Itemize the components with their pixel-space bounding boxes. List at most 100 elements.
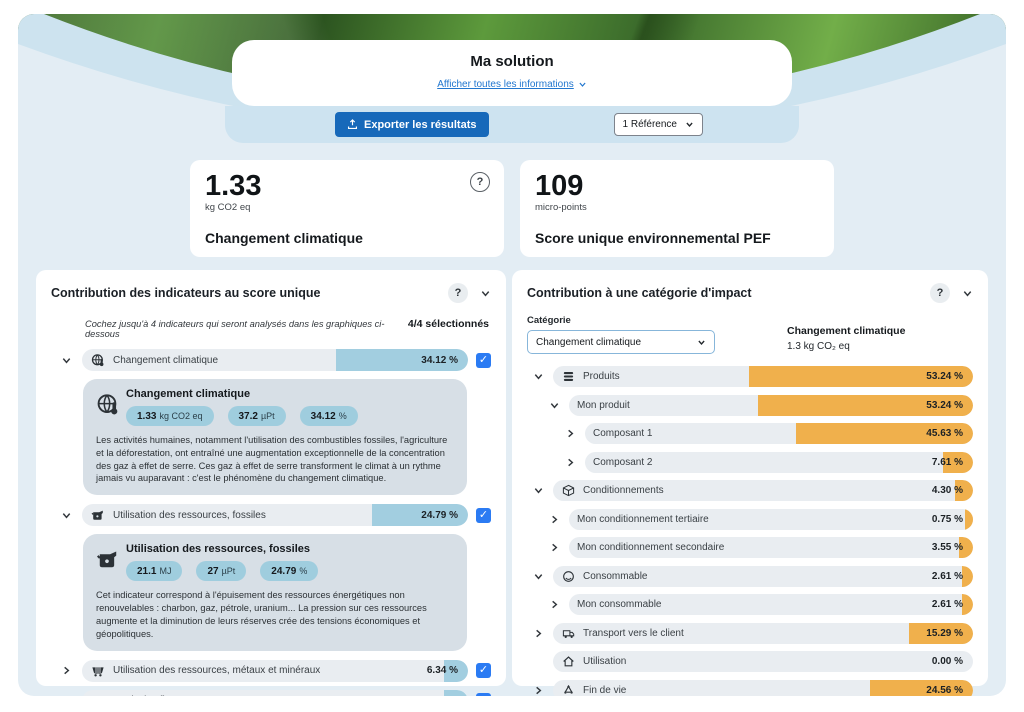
tree-row-produits: Produits 53.24 % [531, 366, 973, 387]
value-pill: 27 µPt [196, 561, 247, 582]
indicator-label: Utilisation des ressources, fossiles [113, 509, 266, 521]
instruction-text: Cochez jusqu'à 4 indicateurs qui seront … [85, 319, 385, 339]
value-pill: 34.12% [299, 406, 358, 426]
value-pill: 24.79% [260, 561, 319, 582]
chevron-down-icon [579, 82, 586, 87]
help-icon[interactable]: ? [930, 283, 950, 303]
chevron-down-icon[interactable] [531, 371, 546, 382]
indicator-percent: 6.34 % [426, 665, 458, 677]
consumable-icon [562, 570, 575, 583]
chevron-right-icon[interactable] [547, 514, 562, 525]
chevron-right-icon[interactable] [547, 542, 562, 553]
tree-row-conditionnements: Conditionnements 4.30 % [531, 480, 973, 501]
layers-icon [562, 370, 575, 383]
indicator-row-climate: Changement climatique 34.12 % ✓ [59, 349, 491, 371]
tree-pill[interactable]: Composant 1 45.63 % [585, 423, 973, 444]
solution-card: Ma solution Afficher toutes les informat… [232, 40, 792, 106]
action-band: Exporter les résultats 1 Référence [225, 106, 799, 143]
tree-pill[interactable]: Produits 53.24 % [553, 366, 973, 387]
indicator-detail-card-fossil: Utilisation des ressources, fossiles 21.… [83, 534, 467, 651]
chevron-down-icon [686, 122, 693, 128]
tree-pill[interactable]: Transport vers le client 15.29 % [553, 622, 973, 644]
metrics-row: 1.33 kg CO2 eq Changement climatique ? 1… [18, 160, 1006, 257]
chevron-down-icon[interactable] [59, 510, 74, 521]
indicator-percent: 6.29 % [427, 695, 468, 696]
indicator-checkbox[interactable]: ✓ [476, 693, 491, 696]
chevron-right-icon[interactable] [59, 695, 74, 696]
reference-dropdown[interactable]: 1 Référence [613, 113, 703, 136]
tree-pill[interactable]: Utilisation 0.00 % [553, 651, 973, 672]
chevron-right-icon[interactable] [531, 628, 546, 639]
indicator-detail-card-climate: Changement climatique 1.33 kg CO2 eq 37.2… [83, 379, 467, 496]
tree-pill[interactable]: Mon conditionnement tertiaire 0.75 % [569, 508, 973, 530]
results-page: Exporter les résultats 1 Référence Ma so… [0, 0, 1024, 712]
chevron-down-icon[interactable] [531, 571, 546, 582]
tree-pill[interactable]: Consommable 2.61 % [553, 565, 973, 587]
page-title: Ma solution [470, 53, 554, 70]
collapse-panel-button[interactable] [962, 288, 973, 299]
tree-pill[interactable]: Composant 2 7.61 % [585, 451, 973, 473]
value-pill: 21.1 MJ [126, 561, 183, 582]
help-icon[interactable]: ? [470, 172, 490, 192]
export-results-button[interactable]: Exporter les résultats [335, 112, 489, 137]
detail-description: Cet indicateur correspond à l'épuisement… [96, 590, 427, 639]
tree-row-fin-de-vie: Fin de vie 24.56 % [531, 679, 973, 696]
indicators-contribution-panel: Contribution des indicateurs au score un… [36, 270, 506, 696]
chevron-right-icon[interactable] [59, 665, 74, 676]
category-contribution-panel: Contribution à une catégorie d'impact ? … [512, 270, 988, 696]
indicator-checkbox[interactable]: ✓ [476, 663, 491, 679]
metric-value: 109 [535, 170, 584, 202]
value-pill: 37.2 µPt [227, 406, 286, 426]
home-icon [562, 655, 575, 668]
help-icon[interactable]: ? [448, 283, 468, 303]
indicator-pill[interactable]: Particules fines 6.29 % [82, 689, 468, 696]
tree-row-transport: Transport vers le client 15.29 % [531, 622, 973, 644]
show-all-informations-link[interactable]: Afficher toutes les informations [437, 79, 587, 90]
chevron-right-icon[interactable] [531, 685, 546, 696]
chevron-down-icon[interactable] [531, 485, 546, 496]
indicator-pill[interactable]: Changement climatique 34.12 % [82, 349, 468, 371]
chevron-down-icon [481, 290, 490, 296]
chevron-right-icon[interactable] [563, 457, 578, 468]
indicator-pill[interactable]: Utilisation des ressources, métaux et mi… [82, 659, 468, 682]
indicator-checkbox[interactable]: ✓ [476, 352, 491, 368]
indicator-row-fine-particles: Particules fines 6.29 % ✓ [59, 689, 491, 696]
indicator-checkbox[interactable]: ✓ [476, 507, 491, 523]
detail-title: Changement climatique [126, 388, 251, 400]
package-icon [562, 484, 575, 497]
indicator-label: Utilisation des ressources, métaux et mi… [113, 665, 321, 677]
tree-pill[interactable]: Mon consommable 2.61 % [569, 594, 973, 615]
tree-pill[interactable]: Mon conditionnement secondaire 3.55 % [569, 537, 973, 558]
mine-cart-icon [91, 664, 105, 678]
indicator-percent: 24.79 % [421, 509, 458, 521]
chevron-down-icon [698, 340, 705, 345]
tree-pill[interactable]: Mon produit 53.24 % [569, 394, 973, 416]
chevron-down-icon[interactable] [59, 355, 74, 366]
chevron-down-icon[interactable] [547, 400, 562, 411]
metric-label: Score unique environnemental PEF [535, 230, 771, 246]
tree-pill[interactable]: Conditionnements 4.30 % [553, 480, 973, 501]
chevron-right-icon[interactable] [563, 428, 578, 439]
indicator-percent: 34.12 % [421, 354, 458, 366]
exhaust-truck-icon [91, 694, 105, 696]
oil-can-icon [96, 543, 126, 581]
collapse-panel-button[interactable] [480, 288, 491, 299]
tree-row-composant-2: Composant 2 7.61 % [563, 451, 973, 473]
indicator-pill[interactable]: Utilisation des ressources, fossiles 24.… [82, 504, 468, 527]
metric-label: Changement climatique [205, 230, 363, 246]
tree-row-conditionnement-tertiaire: Mon conditionnement tertiaire 0.75 % [547, 508, 973, 530]
selected-category-name: Changement climatique [787, 325, 906, 337]
panel-title: Contribution des indicateurs au score un… [51, 286, 321, 300]
category-select[interactable]: Changement climatique [527, 330, 715, 354]
selected-category-value: 1.3 kg CO₂ eq [787, 341, 850, 352]
tree-row-composant-1: Composant 1 45.63 % [563, 423, 973, 444]
chevron-right-icon[interactable] [547, 599, 562, 610]
tree-row-conditionnement-secondaire: Mon conditionnement secondaire 3.55 % [547, 537, 973, 558]
tree-pill[interactable]: Fin de vie 24.56 % [553, 679, 973, 696]
export-icon [347, 119, 358, 130]
tree-row-mon-consommable: Mon consommable 2.61 % [547, 594, 973, 615]
detail-description: Les activités humaines, notamment l'util… [96, 435, 448, 484]
indicator-row-metals-minerals: Utilisation des ressources, métaux et mi… [59, 659, 491, 682]
globe-thermometer-icon [96, 388, 126, 426]
metric-unit: kg CO2 eq [205, 202, 251, 214]
